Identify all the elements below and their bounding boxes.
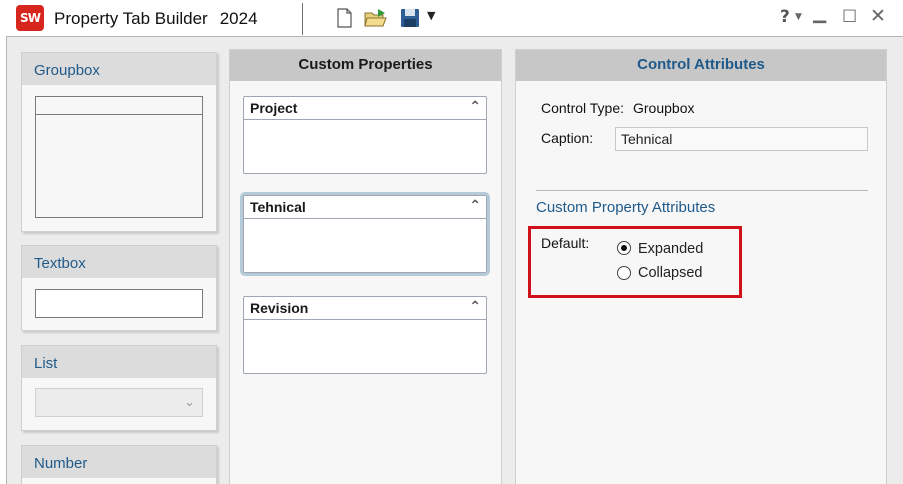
groupbox-preview bbox=[35, 96, 203, 218]
help-dropdown-arrow-icon[interactable]: ▼ bbox=[795, 12, 802, 22]
toolbox-number[interactable]: Number bbox=[21, 445, 217, 484]
control-type-label: Control Type: bbox=[541, 100, 625, 116]
control-attributes-header: Control Attributes bbox=[516, 50, 886, 81]
custom-properties-header: Custom Properties bbox=[230, 50, 501, 81]
toolbox-number-label: Number bbox=[22, 446, 216, 478]
toolbox-textbox-label: Textbox bbox=[22, 246, 216, 278]
collapse-chevrons-icon[interactable]: ⌃ bbox=[469, 198, 481, 214]
expanded-label[interactable]: Expanded bbox=[638, 241, 703, 257]
group-title: Revision bbox=[250, 300, 309, 316]
group-title: Project bbox=[250, 100, 298, 116]
collapse-chevrons-icon[interactable]: ⌃ bbox=[469, 299, 481, 315]
expanded-radio[interactable] bbox=[617, 241, 631, 255]
save-dropdown-arrow-icon[interactable]: ▼ bbox=[427, 9, 435, 22]
window-title: Property Tab Builder 2024 bbox=[54, 9, 258, 29]
default-label: Default: bbox=[541, 235, 590, 251]
minimize-icon[interactable]: ▁ bbox=[813, 4, 826, 24]
app-year: 2024 bbox=[219, 9, 258, 28]
custom-properties-panel: Custom Properties Project ⌃ Tehnical ⌃ R… bbox=[229, 49, 502, 484]
caption-input[interactable]: Tehnical bbox=[615, 127, 868, 151]
solidworks-logo: SW bbox=[16, 5, 44, 31]
toolbox-list-label: List bbox=[22, 346, 216, 378]
divider bbox=[536, 190, 868, 191]
title-bar: SW Property Tab Builder 2024 ▼ ? ▼ ▁ ☐ ✕ bbox=[0, 0, 903, 36]
new-document-icon[interactable] bbox=[333, 7, 355, 29]
app-title: Property Tab Builder bbox=[54, 9, 208, 28]
group-card-project[interactable]: Project ⌃ bbox=[243, 96, 487, 174]
list-preview: ⌄ bbox=[35, 388, 203, 417]
builder-workspace: Groupbox Textbox List ⌄ Number Custom Pr… bbox=[6, 36, 903, 484]
close-icon[interactable]: ✕ bbox=[870, 5, 886, 27]
chevron-down-icon: ⌄ bbox=[184, 394, 195, 409]
save-icon[interactable] bbox=[399, 7, 421, 29]
group-card-revision[interactable]: Revision ⌃ bbox=[243, 296, 487, 374]
caption-label: Caption: bbox=[541, 130, 594, 146]
help-icon[interactable]: ? bbox=[780, 7, 790, 27]
toolbox-groupbox[interactable]: Groupbox bbox=[21, 52, 217, 232]
textbox-preview bbox=[35, 289, 203, 318]
collapse-chevrons-icon[interactable]: ⌃ bbox=[469, 99, 481, 115]
custom-property-attributes-title: Custom Property Attributes bbox=[536, 199, 716, 216]
toolbox-list[interactable]: List ⌄ bbox=[21, 345, 217, 431]
toolbox-groupbox-label: Groupbox bbox=[22, 53, 216, 85]
toolbox-textbox[interactable]: Textbox bbox=[21, 245, 217, 331]
open-folder-icon[interactable] bbox=[363, 7, 389, 29]
maximize-icon[interactable]: ☐ bbox=[842, 7, 857, 27]
toolbar-separator bbox=[302, 3, 303, 35]
control-type-value: Groupbox bbox=[633, 100, 695, 116]
collapsed-label[interactable]: Collapsed bbox=[638, 265, 703, 281]
control-attributes-panel: Control Attributes Control Type: Groupbo… bbox=[515, 49, 887, 484]
group-title: Tehnical bbox=[250, 199, 306, 215]
group-card-tehnical[interactable]: Tehnical ⌃ bbox=[240, 192, 490, 276]
collapsed-radio[interactable] bbox=[617, 266, 631, 280]
